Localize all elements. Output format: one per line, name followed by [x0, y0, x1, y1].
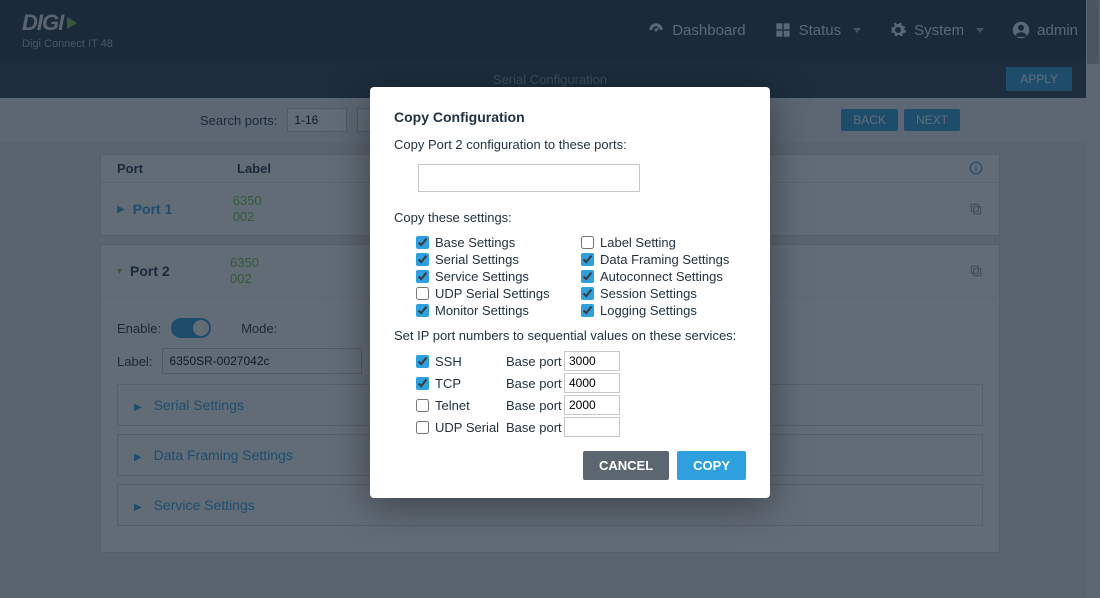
setting-checkbox[interactable]	[581, 236, 594, 249]
service-checkbox[interactable]	[416, 399, 429, 412]
base-port-label: Base port	[506, 420, 564, 435]
setting-checkbox-item: Label Setting	[581, 235, 746, 250]
services-grid: SSHBase portTCPBase portTelnetBase portU…	[416, 351, 746, 437]
setting-label: Service Settings	[435, 269, 529, 284]
base-port-label: Base port	[506, 376, 564, 391]
service-checkbox[interactable]	[416, 355, 429, 368]
setting-label: Session Settings	[600, 286, 697, 301]
setting-checkbox[interactable]	[416, 253, 429, 266]
service-row: Telnet Base port	[416, 395, 746, 415]
setting-label: UDP Serial Settings	[435, 286, 550, 301]
setting-checkbox-item: Autoconnect Settings	[581, 269, 746, 284]
setting-checkbox-item: Data Framing Settings	[581, 252, 746, 267]
service-name: SSH	[435, 354, 462, 369]
modal-title: Copy Configuration	[394, 109, 746, 125]
cancel-button[interactable]: CANCEL	[583, 451, 669, 480]
setting-label: Base Settings	[435, 235, 515, 250]
ports-input[interactable]	[418, 164, 640, 192]
setting-label: Monitor Settings	[435, 303, 529, 318]
modal-intro: Copy Port 2 configuration to these ports…	[394, 137, 746, 152]
setting-checkbox[interactable]	[416, 236, 429, 249]
setting-checkbox-item: Base Settings	[416, 235, 581, 250]
setting-checkbox[interactable]	[581, 287, 594, 300]
setting-label: Label Setting	[600, 235, 676, 250]
base-port-label: Base port	[506, 398, 564, 413]
setting-label: Data Framing Settings	[600, 252, 729, 267]
setting-checkbox-item: Session Settings	[581, 286, 746, 301]
service-checkbox[interactable]	[416, 377, 429, 390]
setting-checkbox[interactable]	[581, 270, 594, 283]
setting-label: Logging Settings	[600, 303, 697, 318]
service-name: TCP	[435, 376, 461, 391]
copy-config-modal: Copy Configuration Copy Port 2 configura…	[370, 87, 770, 498]
service-row: UDP Serial Base port	[416, 417, 746, 437]
base-port-input[interactable]	[564, 417, 620, 437]
setting-label: Serial Settings	[435, 252, 519, 267]
settings-checkboxes: Base Settings Serial Settings Service Sett…	[416, 233, 746, 320]
setting-checkbox[interactable]	[416, 304, 429, 317]
copy-settings-label: Copy these settings:	[394, 210, 746, 225]
service-checkbox[interactable]	[416, 421, 429, 434]
setting-checkbox-item: UDP Serial Settings	[416, 286, 581, 301]
setting-checkbox-item: Serial Settings	[416, 252, 581, 267]
setting-checkbox[interactable]	[581, 304, 594, 317]
service-name: UDP Serial	[435, 420, 499, 435]
base-port-input[interactable]	[564, 373, 620, 393]
setting-checkbox-item: Logging Settings	[581, 303, 746, 318]
base-port-input[interactable]	[564, 351, 620, 371]
setting-checkbox[interactable]	[416, 270, 429, 283]
service-row: TCP Base port	[416, 373, 746, 393]
setting-checkbox[interactable]	[416, 287, 429, 300]
base-port-input[interactable]	[564, 395, 620, 415]
service-row: SSH Base port	[416, 351, 746, 371]
seq-label: Set IP port numbers to sequential values…	[394, 328, 746, 343]
service-name: Telnet	[435, 398, 470, 413]
copy-button[interactable]: COPY	[677, 451, 746, 480]
base-port-label: Base port	[506, 354, 564, 369]
setting-checkbox-item: Monitor Settings	[416, 303, 581, 318]
setting-checkbox[interactable]	[581, 253, 594, 266]
setting-checkbox-item: Service Settings	[416, 269, 581, 284]
setting-label: Autoconnect Settings	[600, 269, 723, 284]
